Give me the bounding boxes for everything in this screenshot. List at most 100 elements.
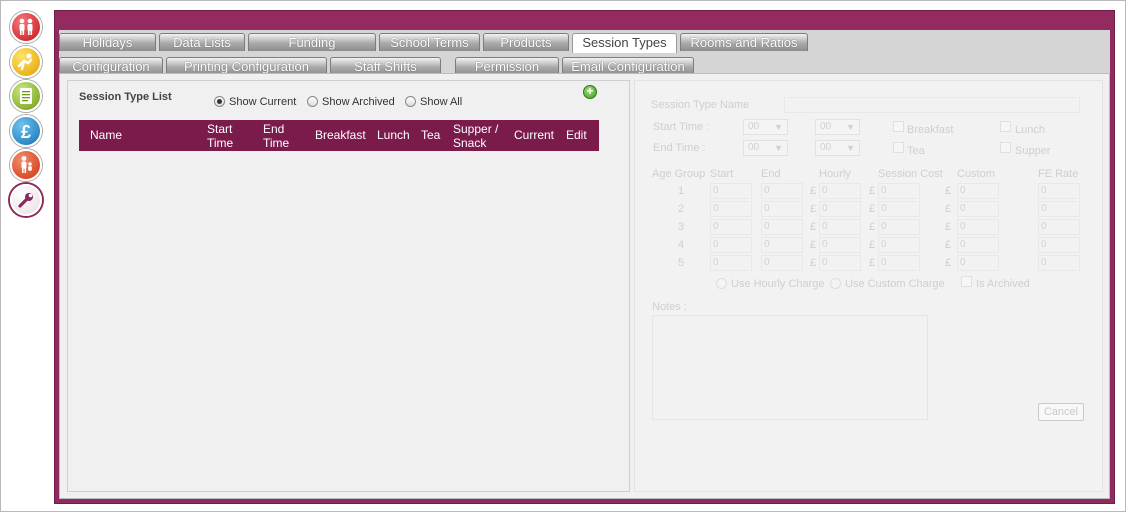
age-fe-rate-header: FE Rate xyxy=(1038,168,1079,180)
session-type-form: Session Type Name Start Time : 00 ▼ 00 ▼ B… xyxy=(634,80,1103,492)
col-current[interactable]: Current xyxy=(514,128,554,142)
age-start-input[interactable]: 0 xyxy=(710,183,752,199)
tab-school-terms[interactable]: School Terms xyxy=(379,33,480,51)
session-type-name-input[interactable] xyxy=(784,97,1080,113)
age-custom-input[interactable]: 0 xyxy=(957,201,999,217)
use-custom-charge-option[interactable]: Use Custom Charge xyxy=(830,278,945,290)
col-tea[interactable]: Tea xyxy=(421,128,440,142)
tab-rooms-and-ratios[interactable]: Rooms and Ratios xyxy=(680,33,808,51)
col-supper-snack[interactable]: Supper / Snack xyxy=(453,122,498,150)
age-session-cost-input[interactable]: 0 xyxy=(878,219,920,235)
wrench-icon[interactable] xyxy=(10,183,42,216)
end-time-label: End Time : xyxy=(653,142,706,154)
radio-icon xyxy=(830,278,841,289)
end-minute-select[interactable]: 00 ▼ xyxy=(815,140,860,156)
session-types-content: Session Type List Show Current Show Arch… xyxy=(59,73,1110,499)
age-custom-input[interactable]: 0 xyxy=(957,237,999,253)
age-start-input[interactable]: 0 xyxy=(710,237,752,253)
session-type-name-label: Session Type Name xyxy=(651,99,750,111)
chevron-down-icon: ▼ xyxy=(774,143,783,153)
radio-icon xyxy=(716,278,727,289)
lunch-checkbox[interactable] xyxy=(1000,121,1011,132)
radio-icon[interactable] xyxy=(405,96,416,107)
use-hourly-charge-option[interactable]: Use Hourly Charge xyxy=(716,278,825,290)
notes-label: Notes : xyxy=(652,301,687,313)
tab-row-primary: Holidays Data Lists Funding School Terms… xyxy=(59,33,811,53)
radio-icon[interactable] xyxy=(214,96,225,107)
age-start-header: Start xyxy=(710,168,734,180)
notes-textarea[interactable] xyxy=(652,315,928,420)
walking-child-icon[interactable] xyxy=(10,45,42,78)
age-hourly-input[interactable]: 0 xyxy=(819,201,861,217)
age-custom-input[interactable]: 0 xyxy=(957,219,999,235)
start-minute-select[interactable]: 00 ▼ xyxy=(815,119,860,135)
start-hour-select[interactable]: 00 ▼ xyxy=(743,119,788,135)
people-icon[interactable] xyxy=(10,11,42,43)
panel-body: Holidays Data Lists Funding School Terms… xyxy=(59,30,1110,499)
age-start-input[interactable]: 0 xyxy=(710,201,752,217)
chevron-down-icon: ▼ xyxy=(846,122,855,132)
age-end-input[interactable]: 0 xyxy=(761,255,803,271)
tab-products[interactable]: Products xyxy=(483,33,569,51)
is-archived-label: Is Archived xyxy=(976,278,1030,290)
filter-show-archived[interactable]: Show Archived xyxy=(307,96,395,108)
age-custom-input[interactable]: 0 xyxy=(957,183,999,199)
app-window: £ Holidays Data Lists Funding School Ter… xyxy=(0,0,1126,512)
col-end-time[interactable]: End Time xyxy=(263,122,289,150)
age-fe-rate-input[interactable]: 0 xyxy=(1038,255,1080,271)
age-hourly-input[interactable]: 0 xyxy=(819,183,861,199)
col-name[interactable]: Name xyxy=(90,128,122,142)
chevron-down-icon: ▼ xyxy=(774,122,783,132)
tab-holidays[interactable]: Holidays xyxy=(59,33,156,51)
end-hour-select[interactable]: 00 ▼ xyxy=(743,140,788,156)
session-type-table-header: Name Start Time End Time Breakfast Lunch T… xyxy=(79,120,599,151)
age-hourly-input[interactable]: 0 xyxy=(819,255,861,271)
filter-show-all[interactable]: Show All xyxy=(405,96,462,108)
cancel-button[interactable]: Cancel xyxy=(1038,403,1084,421)
tab-session-types[interactable]: Session Types xyxy=(572,33,677,53)
supper-checkbox[interactable] xyxy=(1000,142,1011,153)
breakfast-label: Breakfast xyxy=(907,124,954,136)
col-edit[interactable]: Edit xyxy=(566,128,587,142)
chevron-down-icon: ▼ xyxy=(846,143,855,153)
age-fe-rate-input[interactable]: 0 xyxy=(1038,237,1080,253)
age-end-input[interactable]: 0 xyxy=(761,219,803,235)
age-fe-rate-input[interactable]: 0 xyxy=(1038,201,1080,217)
tea-checkbox[interactable] xyxy=(893,142,904,153)
age-session-cost-input[interactable]: 0 xyxy=(878,255,920,271)
document-icon[interactable] xyxy=(10,80,42,112)
age-fe-rate-input[interactable]: 0 xyxy=(1038,183,1080,199)
age-session-cost-input[interactable]: 0 xyxy=(878,183,920,199)
age-start-input[interactable]: 0 xyxy=(710,255,752,271)
col-breakfast[interactable]: Breakfast xyxy=(315,128,366,142)
age-end-input[interactable]: 0 xyxy=(761,237,803,253)
lunch-label: Lunch xyxy=(1015,124,1045,136)
supper-label: Supper xyxy=(1015,145,1051,157)
tab-data-lists[interactable]: Data Lists xyxy=(159,33,245,51)
age-hourly-input[interactable]: 0 xyxy=(819,237,861,253)
svg-text:£: £ xyxy=(21,122,31,142)
radio-icon[interactable] xyxy=(307,96,318,107)
add-session-type-icon[interactable]: + xyxy=(583,85,597,99)
left-nav: £ xyxy=(10,11,44,218)
age-session-cost-header: Session Cost xyxy=(878,168,943,180)
age-hourly-input[interactable]: 0 xyxy=(819,219,861,235)
is-archived-checkbox[interactable] xyxy=(961,276,972,287)
age-session-cost-input[interactable]: 0 xyxy=(878,237,920,253)
session-type-list-pane: Session Type List Show Current Show Arch… xyxy=(67,80,630,492)
col-lunch[interactable]: Lunch xyxy=(377,128,410,142)
age-start-input[interactable]: 0 xyxy=(710,219,752,235)
age-group-header: Age Group xyxy=(652,168,706,180)
panel-header-bar xyxy=(55,11,1114,30)
child-person-icon[interactable] xyxy=(10,149,42,181)
pound-icon[interactable]: £ xyxy=(10,114,42,147)
col-start-time[interactable]: Start Time xyxy=(207,122,233,150)
age-session-cost-input[interactable]: 0 xyxy=(878,201,920,217)
age-end-input[interactable]: 0 xyxy=(761,201,803,217)
tab-funding[interactable]: Funding xyxy=(248,33,376,51)
breakfast-checkbox[interactable] xyxy=(893,121,904,132)
age-fe-rate-input[interactable]: 0 xyxy=(1038,219,1080,235)
age-custom-input[interactable]: 0 xyxy=(957,255,999,271)
filter-show-current[interactable]: Show Current xyxy=(214,96,296,108)
age-end-input[interactable]: 0 xyxy=(761,183,803,199)
